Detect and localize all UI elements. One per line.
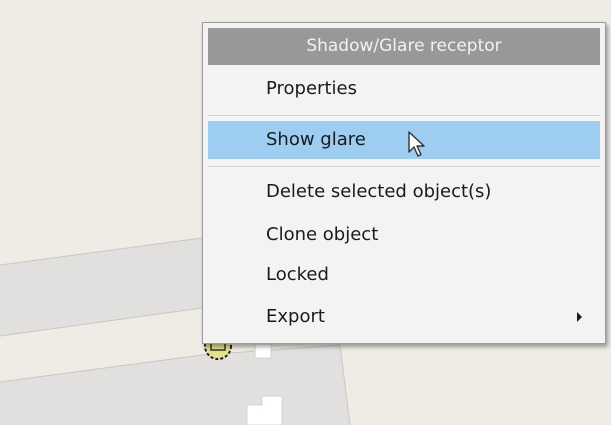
menu-item-locked[interactable]: Locked — [208, 256, 600, 294]
menu-item-export-label: Export — [266, 306, 325, 327]
menu-separator — [208, 166, 600, 167]
menu-item-properties[interactable]: Properties — [208, 70, 600, 108]
arrow-pointer-icon — [408, 131, 425, 157]
menu-item-show-glare[interactable]: Show glare — [208, 121, 600, 159]
menu-item-export[interactable]: Export — [208, 298, 600, 336]
context-menu: Shadow/Glare receptor Properties Show gl… — [202, 22, 606, 344]
menu-separator — [208, 115, 600, 116]
submenu-arrow-icon — [577, 312, 582, 322]
menu-item-delete-selected[interactable]: Delete selected object(s) — [208, 173, 600, 211]
menu-item-clone-object[interactable]: Clone object — [208, 216, 600, 254]
menu-title: Shadow/Glare receptor — [208, 28, 600, 65]
